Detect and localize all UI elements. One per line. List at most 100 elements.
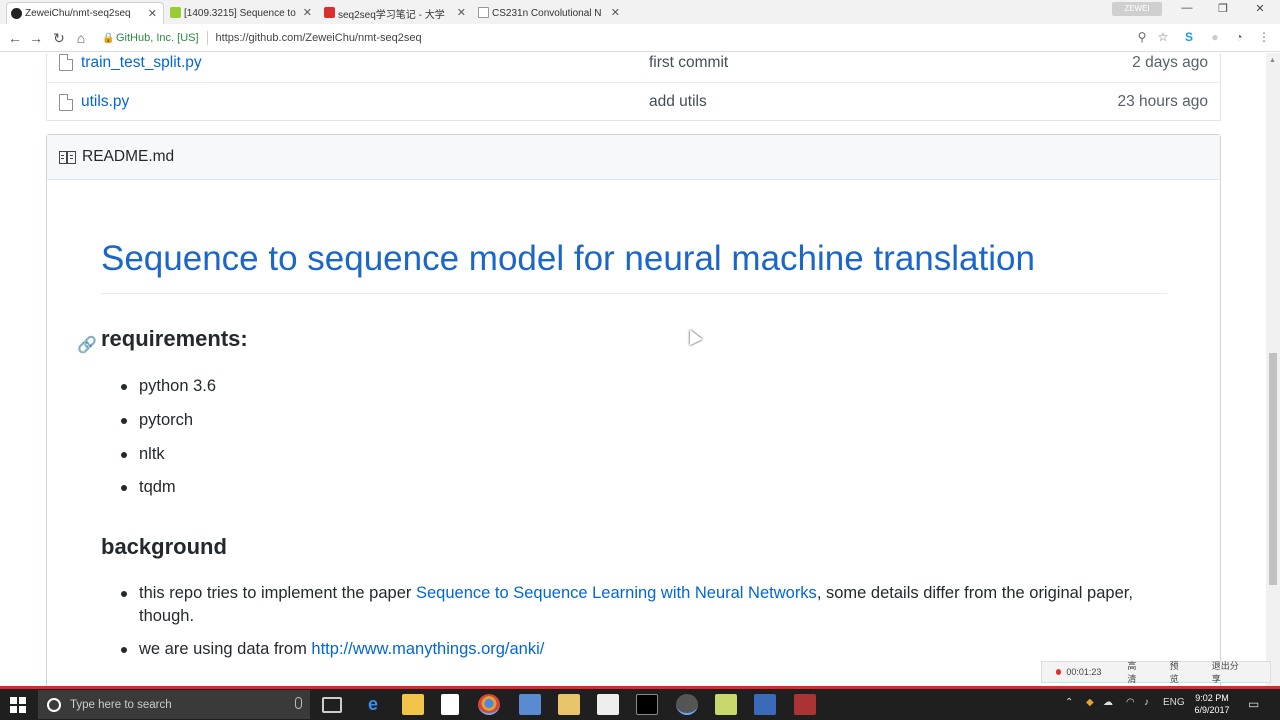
csdn-favicon-icon <box>324 7 335 18</box>
taskbar-search[interactable]: Type here to search <box>38 690 310 719</box>
list-item: tqdm <box>101 476 216 499</box>
readme-filename: README.md <box>82 148 175 165</box>
microphone-icon[interactable] <box>295 697 302 709</box>
clock[interactable]: 9:02 PM 6/9/2017 <box>1192 692 1232 716</box>
lock-icon: 🔒 <box>102 33 115 44</box>
commit-message[interactable]: first commit <box>649 54 728 72</box>
home-icon[interactable]: ⌂ <box>72 29 90 47</box>
certificate-label: GitHub, Inc. [US] <box>116 32 199 44</box>
bookmark-star-icon[interactable]: ☆ <box>1155 29 1171 45</box>
extension-icon[interactable]: ● <box>1207 29 1223 45</box>
list-item: pytorch <box>101 409 216 432</box>
record-dot-icon <box>1056 669 1062 675</box>
close-tab-icon[interactable]: ✕ <box>303 6 312 19</box>
tab-cs231n[interactable]: CS231n Convolutional N ✕ <box>474 2 626 24</box>
list-item: we are using data from http://www.manyth… <box>101 638 1161 661</box>
file-list: train_test_split.py first commit 2 days … <box>46 53 1221 121</box>
record-timer: 00:01:23 <box>1066 667 1102 677</box>
tab-title: [1409.3215] Sequence to <box>184 7 296 19</box>
list-item: python 3.6 <box>101 375 216 398</box>
hd-button[interactable]: 高清 <box>1127 659 1143 685</box>
minimize-button[interactable]: — <box>1172 2 1202 14</box>
requirements-list: python 3.6 pytorch nltk tqdm <box>101 375 216 510</box>
recorder-toolbar: 00:01:23 高清 预览 退出分享 <box>1041 659 1271 685</box>
anchor-link-icon[interactable]: 🔗 <box>77 335 97 355</box>
mail-icon[interactable] <box>597 694 619 715</box>
notes-icon[interactable] <box>715 694 737 715</box>
readme-panel: README.md Sequence to sequence model for… <box>46 134 1221 687</box>
divider <box>206 31 208 45</box>
file-icon <box>59 93 73 111</box>
preview-button[interactable]: 预览 <box>1170 659 1186 685</box>
extension-icon[interactable]: ◔ <box>1231 29 1247 45</box>
sublime-text-icon[interactable] <box>558 694 580 715</box>
commit-age: 23 hours ago <box>1117 93 1209 110</box>
close-tab-icon[interactable]: ✕ <box>148 7 157 20</box>
store-icon[interactable] <box>441 694 459 715</box>
data-source-link[interactable]: http://www.manythings.org/anki/ <box>311 640 544 658</box>
cortana-icon <box>47 697 61 712</box>
edge-icon[interactable]: e <box>362 694 384 715</box>
address-bar[interactable]: 🔒 GitHub, Inc. [US] https://github.com/Z… <box>94 27 1180 49</box>
bg-text: this repo tries to implement the paper <box>139 584 416 602</box>
requirements-heading: requirements: <box>101 326 248 351</box>
tab-seq2seq-notes[interactable]: seq2seq学习笔记 - 大学 ✕ <box>320 2 472 24</box>
close-tab-icon[interactable]: ✕ <box>611 6 620 19</box>
skype-extension-icon[interactable]: S <box>1181 29 1197 45</box>
page-scrollbar[interactable]: ▲ <box>1266 53 1280 687</box>
windows-start-icon[interactable] <box>10 697 26 713</box>
tab-arxiv-paper[interactable]: [1409.3215] Sequence to ✕ <box>166 2 318 24</box>
screen: ZeweiChu/nmt-seq2seq ✕ [1409.3215] Seque… <box>0 0 1280 720</box>
file-name-link[interactable]: utils.py <box>81 93 129 111</box>
tab-nmt-seq2seq[interactable]: ZeweiChu/nmt-seq2seq ✕ <box>6 2 164 24</box>
commit-message[interactable]: add utils <box>649 93 707 111</box>
task-view-icon[interactable] <box>322 697 342 713</box>
file-row[interactable]: train_test_split.py first commit 2 days … <box>47 53 1220 82</box>
recorder-app-icon[interactable] <box>676 694 698 715</box>
notification-icon[interactable]: ▭ <box>1248 697 1259 711</box>
file-row[interactable]: utils.py add utils 23 hours ago <box>47 82 1220 121</box>
terminal-icon[interactable] <box>636 694 658 715</box>
volume-icon[interactable]: ♪ <box>1144 697 1149 708</box>
maximize-button[interactable]: ❐ <box>1208 2 1238 15</box>
list-item: this repo tries to implement the paper S… <box>101 582 1161 628</box>
github-icon <box>11 8 22 19</box>
language-indicator[interactable]: ENG <box>1163 697 1185 708</box>
file-explorer-icon[interactable] <box>402 694 424 715</box>
paper-link[interactable]: Sequence to Sequence Learning with Neura… <box>416 584 817 602</box>
background-list: this repo tries to implement the paper S… <box>101 582 1161 671</box>
app-icon[interactable] <box>754 694 776 715</box>
chrome-icon[interactable] <box>478 694 500 715</box>
wifi-icon[interactable]: ◠ <box>1126 697 1135 708</box>
file-name-link[interactable]: train_test_split.py <box>81 54 202 72</box>
browser-toolbar: ← → ↻ ⌂ 🔒 GitHub, Inc. [US] https://gith… <box>0 24 1280 52</box>
clock-time: 9:02 PM <box>1195 693 1229 703</box>
readme-header: README.md <box>47 135 1220 180</box>
readme-title: Sequence to sequence model for neural ma… <box>101 239 1167 294</box>
tray-cloud-icon[interactable]: ☁ <box>1103 697 1113 708</box>
exit-share-button[interactable]: 退出分享 <box>1212 659 1244 685</box>
close-window-button[interactable]: ✕ <box>1245 2 1275 15</box>
back-icon[interactable]: ← <box>6 29 24 47</box>
reload-icon[interactable]: ↻ <box>50 29 68 47</box>
tray-app-icon[interactable]: ◆ <box>1086 697 1094 708</box>
tab-title: seq2seq学习笔记 - 大学 <box>338 9 445 21</box>
commit-age: 2 days ago <box>1132 53 1208 71</box>
background-heading: background <box>101 534 227 559</box>
clock-date: 6/9/2017 <box>1194 705 1230 715</box>
app-icon[interactable] <box>519 694 541 715</box>
file-icon <box>59 54 73 71</box>
close-tab-icon[interactable]: ✕ <box>457 6 466 19</box>
profile-chip[interactable]: ZEWEI <box>1112 2 1162 16</box>
tray-chevron-icon[interactable]: ⌃ <box>1065 697 1073 708</box>
list-item: nltk <box>101 443 216 466</box>
scrollbar-thumb[interactable] <box>1269 353 1277 585</box>
forward-icon[interactable]: → <box>27 29 45 47</box>
menu-icon[interactable]: ⋮ <box>1256 29 1272 45</box>
scroll-up-icon[interactable]: ▲ <box>1269 57 1276 64</box>
taskbar: Type here to search e ⌃ ◆ ☁ ◠ ♪ ENG 9:02… <box>0 689 1280 720</box>
zoom-icon[interactable]: ⚲ <box>1134 29 1150 45</box>
app-icon[interactable] <box>794 694 816 715</box>
tab-bar: ZeweiChu/nmt-seq2seq ✕ [1409.3215] Seque… <box>0 0 1280 24</box>
page-favicon-icon <box>478 7 489 18</box>
